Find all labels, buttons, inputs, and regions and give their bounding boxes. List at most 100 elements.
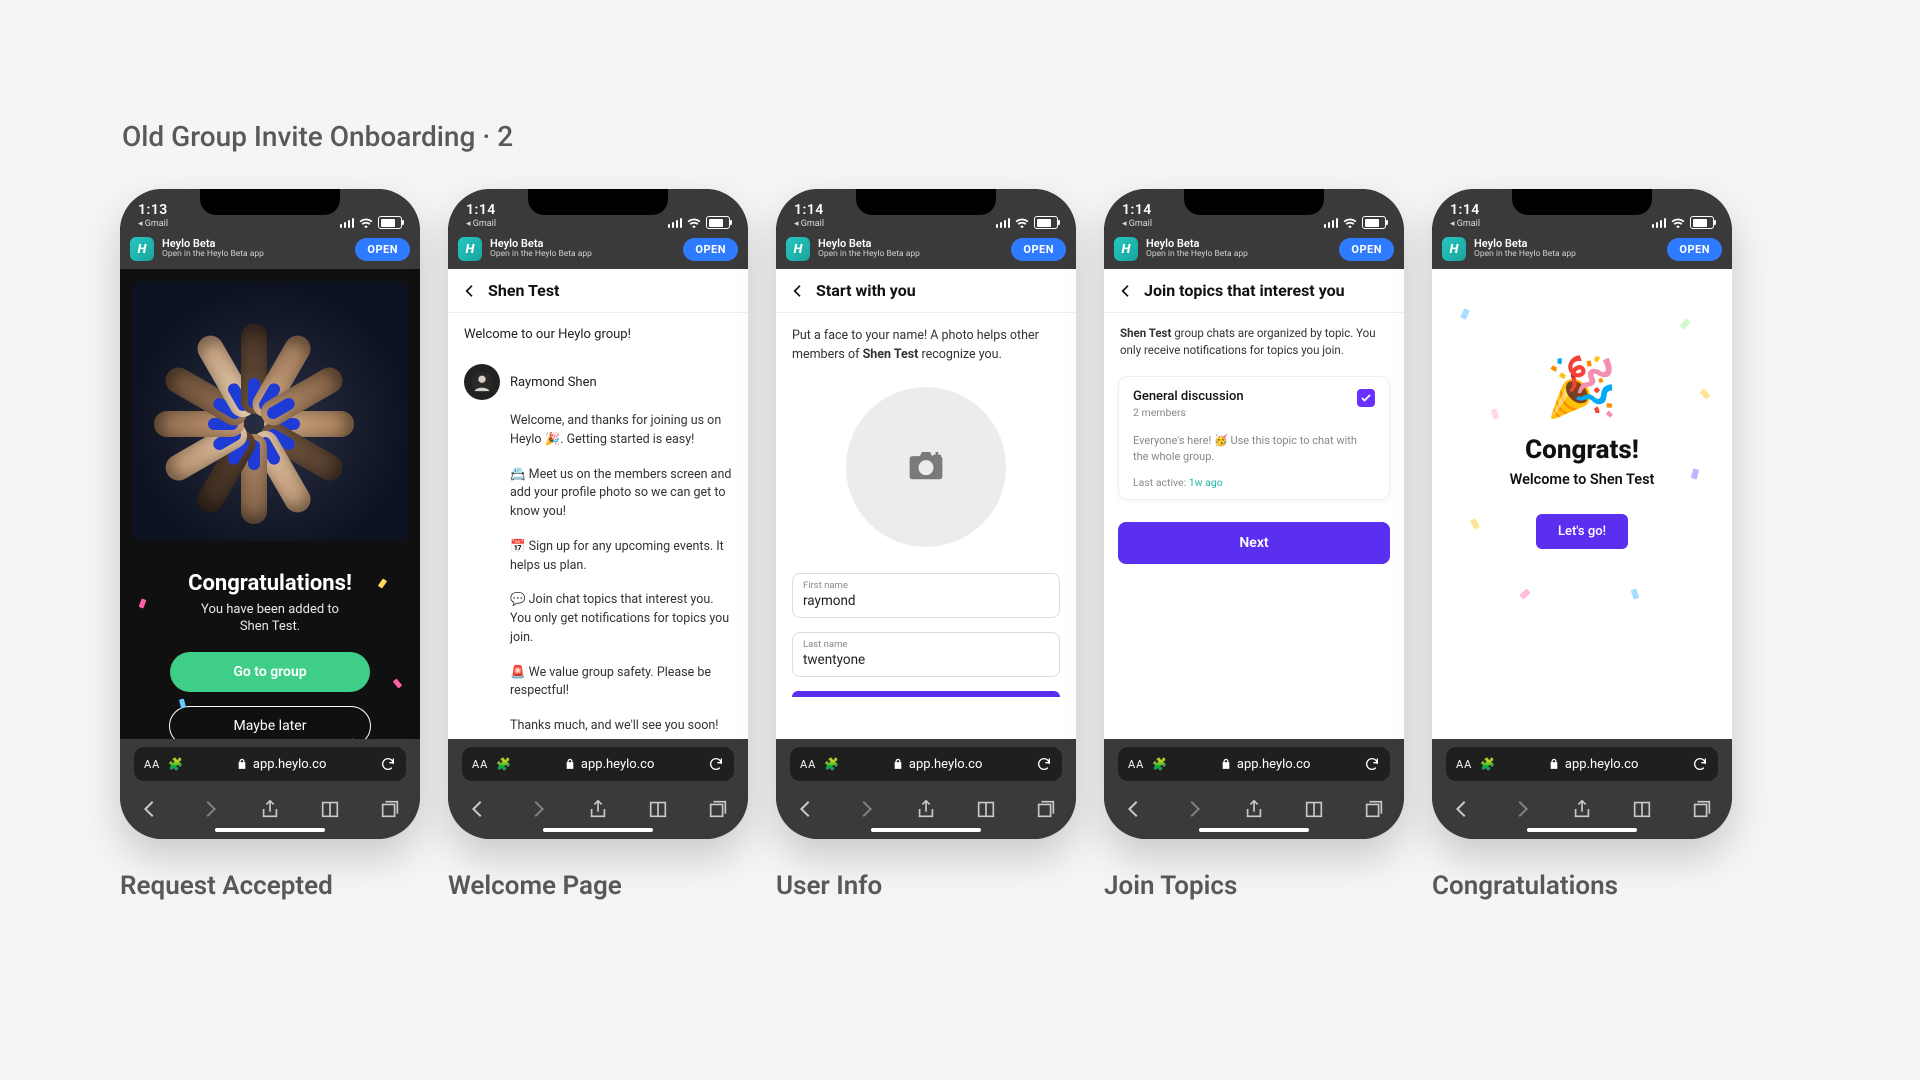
home-indicator[interactable] [543,828,653,832]
bookmarks-icon[interactable] [1631,798,1653,820]
welcome-paragraph: Welcome, and thanks for joining us on He… [510,412,732,450]
notch [528,189,668,215]
caption: User Info [776,871,882,901]
hands-illustration [132,281,408,541]
congrats-group-name: Shen Test. [140,619,400,634]
caption: Join Topics [1104,871,1237,901]
url-bar[interactable]: AA🧩app.heylo.co [1118,747,1390,781]
share-icon[interactable] [1243,798,1265,820]
bookmarks-icon[interactable] [319,798,341,820]
back-to-gmail[interactable]: ◂ Gmail [466,219,496,229]
bookmarks-icon[interactable] [1303,798,1325,820]
notch [856,189,996,215]
topics-description: Shen Test group chats are organized by t… [1104,313,1404,376]
text-size-icon[interactable]: AA [144,758,160,771]
text-size-icon[interactable]: AA [1128,758,1144,771]
nav-back-icon[interactable] [1123,798,1145,820]
last-name-label: Last name [803,639,1049,650]
bookmarks-icon[interactable] [647,798,669,820]
url-text: app.heylo.co [581,757,654,772]
nav-forward-icon[interactable] [199,798,221,820]
puzzle-icon[interactable]: 🧩 [1152,757,1167,771]
go-to-group-button[interactable]: Go to group [170,652,370,692]
nav-forward-icon[interactable] [527,798,549,820]
author-row: Raymond Shen [464,364,732,400]
nav-forward-icon[interactable] [1183,798,1205,820]
last-name-field[interactable]: Last name twentyone [792,632,1060,677]
battery-icon [378,216,402,229]
battery-icon [706,216,730,229]
home-indicator[interactable] [871,828,981,832]
tabs-icon[interactable] [1691,798,1713,820]
signal-icon [668,218,683,228]
reload-icon[interactable] [1036,756,1052,772]
next-button-peek[interactable] [792,691,1060,697]
open-app-button[interactable]: OPEN [1667,238,1722,261]
puzzle-icon[interactable]: 🧩 [168,757,183,771]
nav-back-icon[interactable] [139,798,161,820]
nav-back-icon[interactable] [795,798,817,820]
home-indicator[interactable] [1199,828,1309,832]
share-icon[interactable] [259,798,281,820]
upload-photo-button[interactable] [846,387,1006,547]
reload-icon[interactable] [380,756,396,772]
puzzle-icon[interactable]: 🧩 [496,757,511,771]
url-bar[interactable]: AA 🧩 app.heylo.co [134,747,406,781]
text-size-icon[interactable]: AA [1456,758,1472,771]
nav-forward-icon[interactable] [1511,798,1533,820]
page-header: Join topics that interest you [1104,269,1404,313]
url-bar[interactable]: AA 🧩 app.heylo.co [462,747,734,781]
open-in-app-banner: H Heylo Beta Open in the Heylo Beta app … [120,231,420,269]
puzzle-icon[interactable]: 🧩 [824,757,839,771]
back-to-gmail[interactable]: ◂ Gmail [1450,219,1480,229]
notch [200,189,340,215]
text-size-icon[interactable]: AA [800,758,816,771]
maybe-later-button[interactable]: Maybe later [169,706,371,739]
reload-icon[interactable] [1364,756,1380,772]
next-button[interactable]: Next [1118,522,1390,564]
open-app-button[interactable]: OPEN [1339,238,1394,261]
back-to-gmail[interactable]: ◂ Gmail [138,219,168,229]
share-icon[interactable] [1571,798,1593,820]
back-icon[interactable] [462,283,478,299]
topic-card[interactable]: General discussion 2 members Everyone's … [1118,376,1390,500]
first-name-field[interactable]: First name raymond [792,573,1060,618]
nav-back-icon[interactable] [467,798,489,820]
bookmarks-icon[interactable] [975,798,997,820]
open-app-button[interactable]: OPEN [1011,238,1066,261]
wifi-icon [1343,218,1357,228]
screenshots-row: 1:13 ◂ Gmail H Heylo Beta [120,189,1800,901]
caption: Congratulations [1432,871,1618,901]
share-icon[interactable] [915,798,937,820]
battery-icon [1690,216,1714,229]
lock-icon [237,758,247,770]
back-to-gmail[interactable]: ◂ Gmail [794,219,824,229]
tabs-icon[interactable] [379,798,401,820]
safari-chrome: AA🧩app.heylo.co [1432,739,1732,839]
open-app-button[interactable]: OPEN [355,238,410,261]
text-size-icon[interactable]: AA [472,758,488,771]
home-indicator[interactable] [215,828,325,832]
share-icon[interactable] [587,798,609,820]
lets-go-button[interactable]: Let's go! [1536,514,1628,549]
back-icon[interactable] [1118,283,1134,299]
signal-icon [996,218,1011,228]
topic-checkbox[interactable] [1357,389,1375,407]
battery-icon [1034,216,1058,229]
back-to-gmail[interactable]: ◂ Gmail [1122,219,1152,229]
first-name-label: First name [803,580,1049,591]
reload-icon[interactable] [708,756,724,772]
tabs-icon[interactable] [1035,798,1057,820]
puzzle-icon[interactable]: 🧩 [1480,757,1495,771]
tabs-icon[interactable] [1363,798,1385,820]
back-icon[interactable] [790,283,806,299]
url-bar[interactable]: AA🧩app.heylo.co [790,747,1062,781]
banner-subtitle: Open in the Heylo Beta app [1474,250,1659,259]
open-app-button[interactable]: OPEN [683,238,738,261]
url-bar[interactable]: AA🧩app.heylo.co [1446,747,1718,781]
tabs-icon[interactable] [707,798,729,820]
nav-back-icon[interactable] [1451,798,1473,820]
reload-icon[interactable] [1692,756,1708,772]
home-indicator[interactable] [1527,828,1637,832]
nav-forward-icon[interactable] [855,798,877,820]
